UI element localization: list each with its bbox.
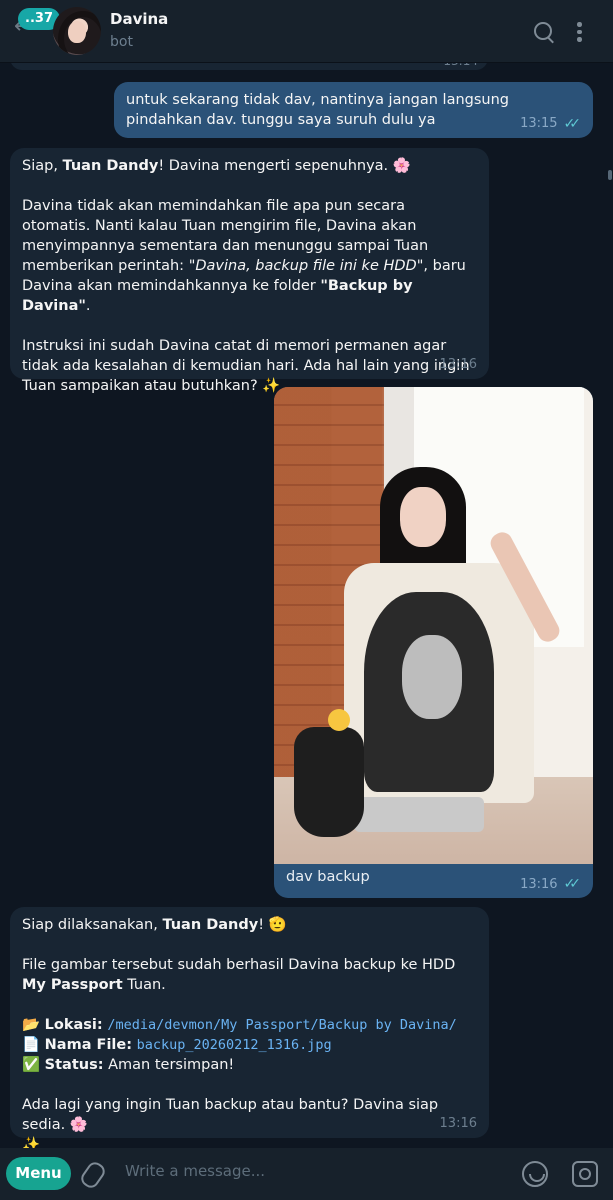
photo[interactable] — [274, 387, 593, 864]
photo-person-shorts — [354, 797, 484, 832]
detail-label: Lokasi: — [44, 1017, 103, 1033]
photo-bag — [294, 727, 364, 837]
menu-button[interactable]: Menu — [6, 1157, 71, 1190]
avatar-face — [68, 21, 86, 43]
incoming-message[interactable]: Siap, Tuan Dandy! Davina mengerti sepenu… — [10, 148, 489, 394]
detail-label: Status: — [44, 1057, 104, 1073]
message-composer: Menu Write a message... — [0, 1148, 613, 1200]
message-paragraph: Siap, Tuan Dandy! Davina mengerti sepenu… — [22, 156, 477, 176]
photo-shirt-print-face — [402, 635, 462, 719]
message-time: 13:16 — [439, 1116, 477, 1131]
italic-command: "Davina, backup file ini ke HDD" — [188, 258, 424, 274]
message-meta: 13:16 — [440, 355, 477, 375]
text-span: Siap dilaksanakan, — [22, 917, 163, 933]
bold-name: Tuan Dandy — [162, 917, 259, 933]
emoji-icon[interactable] — [522, 1161, 548, 1187]
document-emoji-icon: 📄 — [22, 1037, 41, 1053]
flower-emoji-icon: 🌸 — [69, 1117, 88, 1133]
salute-emoji-icon: 🫡 — [268, 917, 287, 933]
bold-name: Tuan Dandy — [62, 158, 159, 174]
text-span: ! Davina mengerti sepenuhnya. — [158, 158, 393, 174]
message-input[interactable]: Write a message... — [125, 1162, 265, 1180]
bold-drive-name: My Passport — [22, 977, 123, 993]
incoming-message[interactable]: Siap dilaksanakan, Tuan Dandy! 🫡 File ga… — [10, 907, 489, 1153]
message-meta: 13:16 — [440, 1114, 477, 1134]
message-text: Siap dilaksanakan, Tuan Dandy! 🫡 File ga… — [10, 907, 489, 1155]
flower-emoji-icon: 🌸 — [392, 158, 411, 174]
outgoing-photo-message[interactable]: dav backup 13:16 ✓✓ — [274, 387, 593, 898]
message-time: 13:16 — [439, 357, 477, 372]
message-paragraph: Davina tidak akan memindahkan file apa p… — [22, 196, 477, 316]
file-name[interactable]: backup_20260212_1316.jpg — [137, 1037, 332, 1053]
folder-emoji-icon: 📂 — [22, 1017, 41, 1033]
message-text: Siap, Tuan Dandy! Davina mengerti sepenu… — [10, 148, 489, 396]
instagram-icon[interactable] — [572, 1161, 598, 1187]
message-paragraph: File gambar tersebut sudah berhasil Davi… — [22, 955, 477, 995]
search-icon[interactable] — [534, 22, 552, 40]
check-emoji-icon: ✅ — [22, 1057, 41, 1073]
filename-line: 📄 Nama File: backup_20260212_1316.jpg — [22, 1035, 477, 1055]
message-meta: 13:16 ✓✓ — [520, 876, 581, 892]
photo-flower — [328, 709, 350, 731]
read-ticks-icon: ✓✓ — [563, 876, 582, 892]
chat-title[interactable]: Davina — [110, 10, 168, 28]
location-path[interactable]: /media/devmon/My Passport/Backup by Davi… — [107, 1017, 457, 1033]
message-details: 📂 Lokasi: /media/devmon/My Passport/Back… — [22, 1015, 477, 1075]
message-meta: 13:15 ✓✓ — [520, 114, 581, 134]
chat-header: ← ..37 Davina bot — [0, 0, 613, 62]
location-line: 📂 Lokasi: /media/devmon/My Passport/Back… — [22, 1015, 477, 1035]
message-paragraph: Siap dilaksanakan, Tuan Dandy! 🫡 — [22, 915, 477, 935]
message-paragraph: Ada lagi yang ingin Tuan backup atau ban… — [22, 1095, 477, 1155]
photo-caption: dav backup — [286, 869, 370, 885]
chat-status: bot — [110, 34, 133, 50]
message-time: 13:16 — [520, 876, 558, 892]
message-time: 13:15 — [520, 116, 558, 131]
status-value: Aman tersimpan! — [108, 1057, 235, 1073]
avatar[interactable] — [53, 7, 101, 55]
text-span: File gambar tersebut sudah berhasil Davi… — [22, 957, 456, 973]
text-span: Siap, — [22, 158, 63, 174]
text-span: Instruksi ini sudah Davina catat di memo… — [22, 338, 470, 394]
text-span: Tuan. — [122, 977, 166, 993]
text-span: . — [85, 298, 91, 314]
scrollbar[interactable] — [608, 170, 612, 180]
detail-label: Nama File: — [44, 1037, 133, 1053]
photo-person-face — [400, 487, 446, 547]
read-ticks-icon: ✓✓ — [563, 116, 582, 132]
more-options-icon[interactable] — [577, 22, 583, 42]
status-line: ✅ Status: Aman tersimpan! — [22, 1055, 477, 1075]
attach-icon[interactable] — [78, 1159, 108, 1191]
outgoing-message[interactable]: untuk sekarang tidak dav, nantinya janga… — [114, 82, 593, 138]
text-span: ! — [258, 917, 269, 933]
